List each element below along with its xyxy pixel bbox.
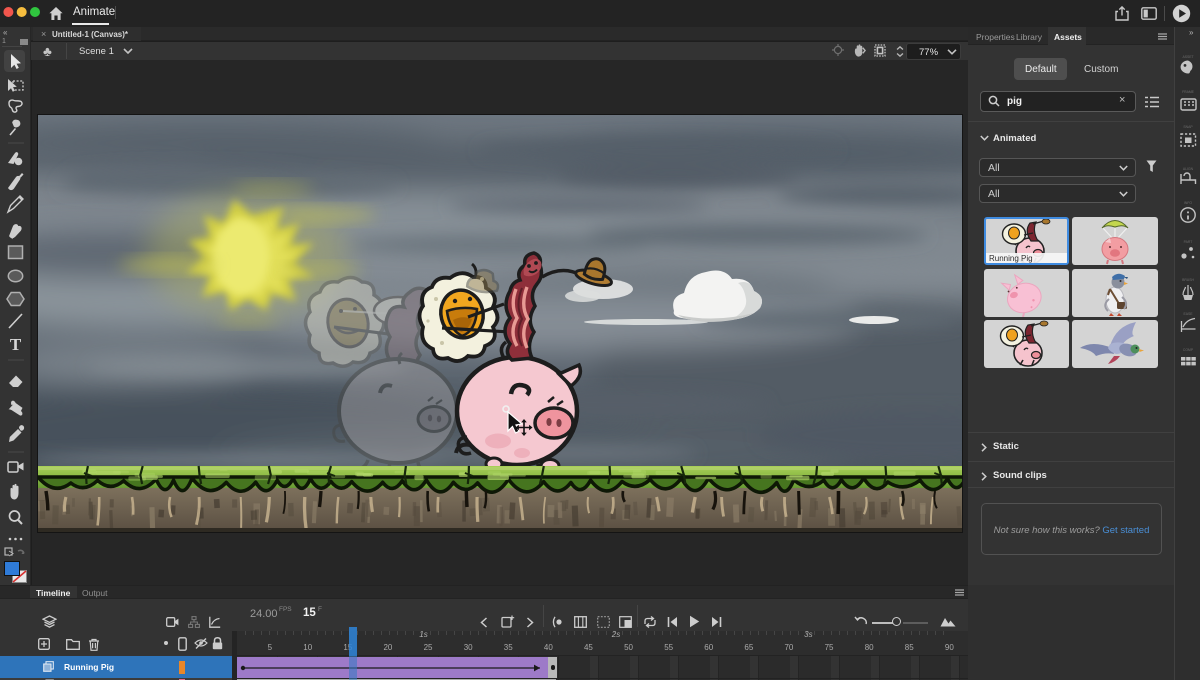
svg-text:FRAME: FRAME [1182,90,1195,94]
svg-text:ALIGN: ALIGN [1183,167,1194,171]
svg-text:PART: PART [1184,240,1193,244]
svg-text:EASE: EASE [1183,312,1193,316]
svg-text:SNAP: SNAP [1183,125,1193,129]
svg-text:COMP: COMP [1183,348,1194,352]
svg-text:INFO: INFO [1184,201,1192,205]
svg-text:T: T [10,335,22,354]
svg-text:BRUSH: BRUSH [1182,278,1194,282]
svg-text:ASSET: ASSET [1182,55,1193,59]
